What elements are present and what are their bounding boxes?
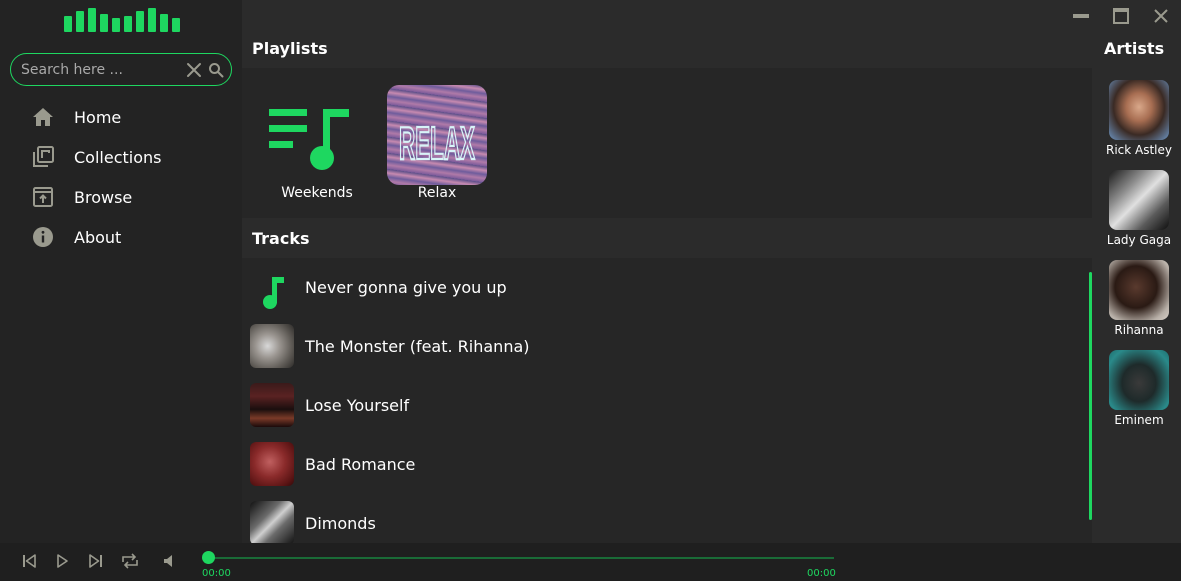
nav-item-collections[interactable]: Collections xyxy=(0,137,242,177)
nav-item-about[interactable]: About xyxy=(0,217,242,257)
artist-name: Eminem xyxy=(1114,413,1164,427)
music-player-window: Home Collections Browse About Pl xyxy=(0,0,1181,581)
equalizer-logo-icon xyxy=(64,8,188,32)
nav-label: About xyxy=(74,227,122,247)
play-icon[interactable] xyxy=(52,551,72,571)
music-note-icon xyxy=(250,265,294,309)
skip-previous-icon[interactable] xyxy=(19,551,39,571)
progress-handle[interactable] xyxy=(202,551,215,564)
artist-photo xyxy=(1109,350,1169,410)
playlist-card-weekends[interactable]: Weekends xyxy=(267,85,367,215)
album-art-image xyxy=(250,442,294,486)
artist-card-rihanna[interactable]: Rihanna xyxy=(1101,260,1177,340)
artist-card-rick-astley[interactable]: Rick Astley xyxy=(1101,80,1177,160)
elapsed-time: 00:00 xyxy=(202,568,231,579)
volume-icon[interactable] xyxy=(160,551,180,571)
nav-item-home[interactable]: Home xyxy=(0,97,242,137)
artist-name: Rick Astley xyxy=(1105,143,1173,157)
browse-icon xyxy=(32,186,54,208)
nav-label: Home xyxy=(74,107,122,127)
artists-heading: Artists xyxy=(1104,39,1165,58)
artist-name: Lady Gaga xyxy=(1106,233,1172,247)
home-icon xyxy=(32,106,54,128)
nav-label: Collections xyxy=(74,147,162,167)
sidebar: Home Collections Browse About xyxy=(0,0,242,543)
track-row[interactable]: Dimonds xyxy=(242,494,1082,543)
clear-icon[interactable] xyxy=(183,59,205,81)
album-art-image xyxy=(250,383,294,427)
close-icon[interactable] xyxy=(1151,6,1171,26)
nav-label: Browse xyxy=(74,187,133,207)
maximize-icon[interactable] xyxy=(1111,6,1131,26)
progress-bar[interactable] xyxy=(208,557,834,559)
artist-card-lady-gaga[interactable]: Lady Gaga xyxy=(1101,170,1177,250)
artist-name: Rihanna xyxy=(1114,323,1164,337)
track-title: Bad Romance xyxy=(305,455,416,474)
track-title: The Monster (feat. Rihanna) xyxy=(305,337,530,356)
artist-photo xyxy=(1109,80,1169,140)
track-title: Lose Yourself xyxy=(305,396,410,415)
relax-cover-text: RELAX xyxy=(399,117,475,169)
minimize-icon[interactable] xyxy=(1071,6,1091,26)
track-row[interactable]: Bad Romance xyxy=(242,435,1082,494)
repeat-icon[interactable] xyxy=(120,551,140,571)
playlist-music-icon xyxy=(267,85,367,185)
collections-icon xyxy=(32,146,54,168)
playlist-name: Weekends xyxy=(281,185,353,201)
search-icon[interactable] xyxy=(205,59,227,81)
playlists-heading: Playlists xyxy=(252,39,328,58)
album-art-image xyxy=(250,324,294,368)
track-title: Dimonds xyxy=(305,514,376,533)
search-box xyxy=(10,53,232,86)
tracks-list: Never gonna give you up The Monster (fea… xyxy=(242,258,1092,543)
track-row[interactable]: The Monster (feat. Rihanna) xyxy=(242,317,1082,376)
playlists-panel: Weekends RELAX Relax xyxy=(242,68,1092,218)
player-bar: 00:00 00:00 xyxy=(0,543,1181,581)
tracks-heading: Tracks xyxy=(252,229,310,248)
artist-photo xyxy=(1109,260,1169,320)
album-art-image xyxy=(250,501,294,543)
artist-card-eminem[interactable]: Eminem xyxy=(1101,350,1177,430)
search-input[interactable] xyxy=(21,61,183,78)
tracks-scrollbar[interactable] xyxy=(1089,272,1092,520)
artist-photo xyxy=(1109,170,1169,230)
playlist-cover-image: RELAX xyxy=(387,85,487,185)
skip-next-icon[interactable] xyxy=(86,551,106,571)
playlist-name: Relax xyxy=(417,185,457,201)
info-icon xyxy=(32,226,54,248)
track-title: Never gonna give you up xyxy=(305,278,507,297)
track-row[interactable]: Never gonna give you up xyxy=(242,258,1082,317)
track-row[interactable]: Lose Yourself xyxy=(242,376,1082,435)
nav-item-browse[interactable]: Browse xyxy=(0,177,242,217)
total-time: 00:00 xyxy=(807,568,836,579)
playlist-card-relax[interactable]: RELAX Relax xyxy=(387,85,487,215)
